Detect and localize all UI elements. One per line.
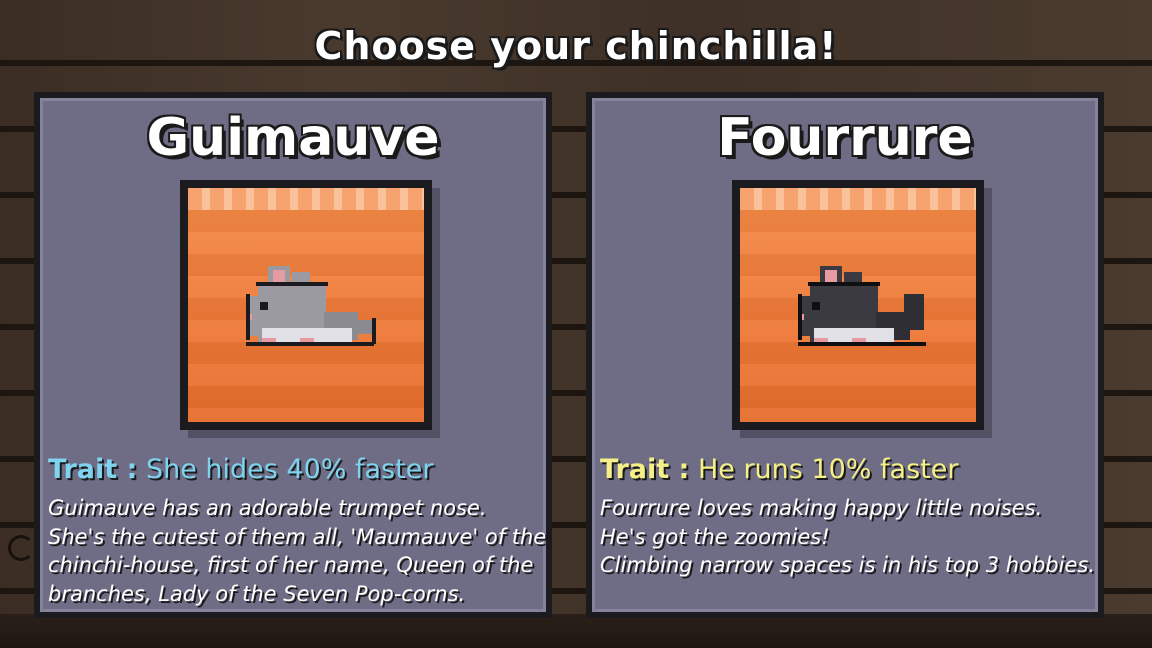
chinchilla-portrait[interactable]	[732, 180, 984, 430]
description-line: Guimauve has an adorable trumpet nose.	[48, 496, 487, 520]
screen-title: Choose your chinchilla!	[314, 24, 838, 68]
chinchilla-description: Fourrure loves making happy little noise…	[600, 494, 1095, 580]
trait-label: Trait :	[48, 454, 138, 485]
trait-line: Trait : She hides 40% faster	[48, 454, 433, 485]
trait-value: She hides 40% faster	[145, 454, 434, 485]
description-line: Fourrure loves making happy little noise…	[600, 496, 1043, 520]
portrait-rim	[740, 188, 976, 210]
portrait-rim	[188, 188, 424, 210]
black-chinchilla-icon	[798, 266, 926, 346]
chinchilla-card-fourrure[interactable]: Fourrure Trait : He runs 10% faster Four…	[586, 92, 1104, 618]
trait-label: Trait :	[600, 454, 690, 485]
chinchilla-portrait[interactable]	[180, 180, 432, 430]
description-line: She's the cutest of them all, 'Maumauve'…	[48, 524, 547, 549]
trait-line: Trait : He runs 10% faster	[600, 454, 958, 485]
chinchilla-description: Guimauve has an adorable trumpet nose. S…	[48, 494, 547, 608]
chinchilla-name: Guimauve	[146, 108, 440, 168]
description-line: chinchi-house, first of her name, Queen …	[48, 553, 534, 577]
hook-icon	[8, 535, 34, 561]
trait-value: He runs 10% faster	[697, 454, 959, 485]
description-line: He's got the zoomies!	[600, 524, 830, 549]
chinchilla-card-guimauve[interactable]: Guimauve Trait : She hides 40% faster Gu…	[34, 92, 552, 618]
description-line: Climbing narrow spaces is in his top 3 h…	[600, 553, 1095, 577]
floor-shadow	[0, 614, 1152, 648]
chinchilla-name: Fourrure	[717, 108, 973, 168]
grey-chinchilla-icon	[246, 266, 376, 346]
description-line: branches, Lady of the Seven Pop-corns.	[48, 581, 466, 606]
